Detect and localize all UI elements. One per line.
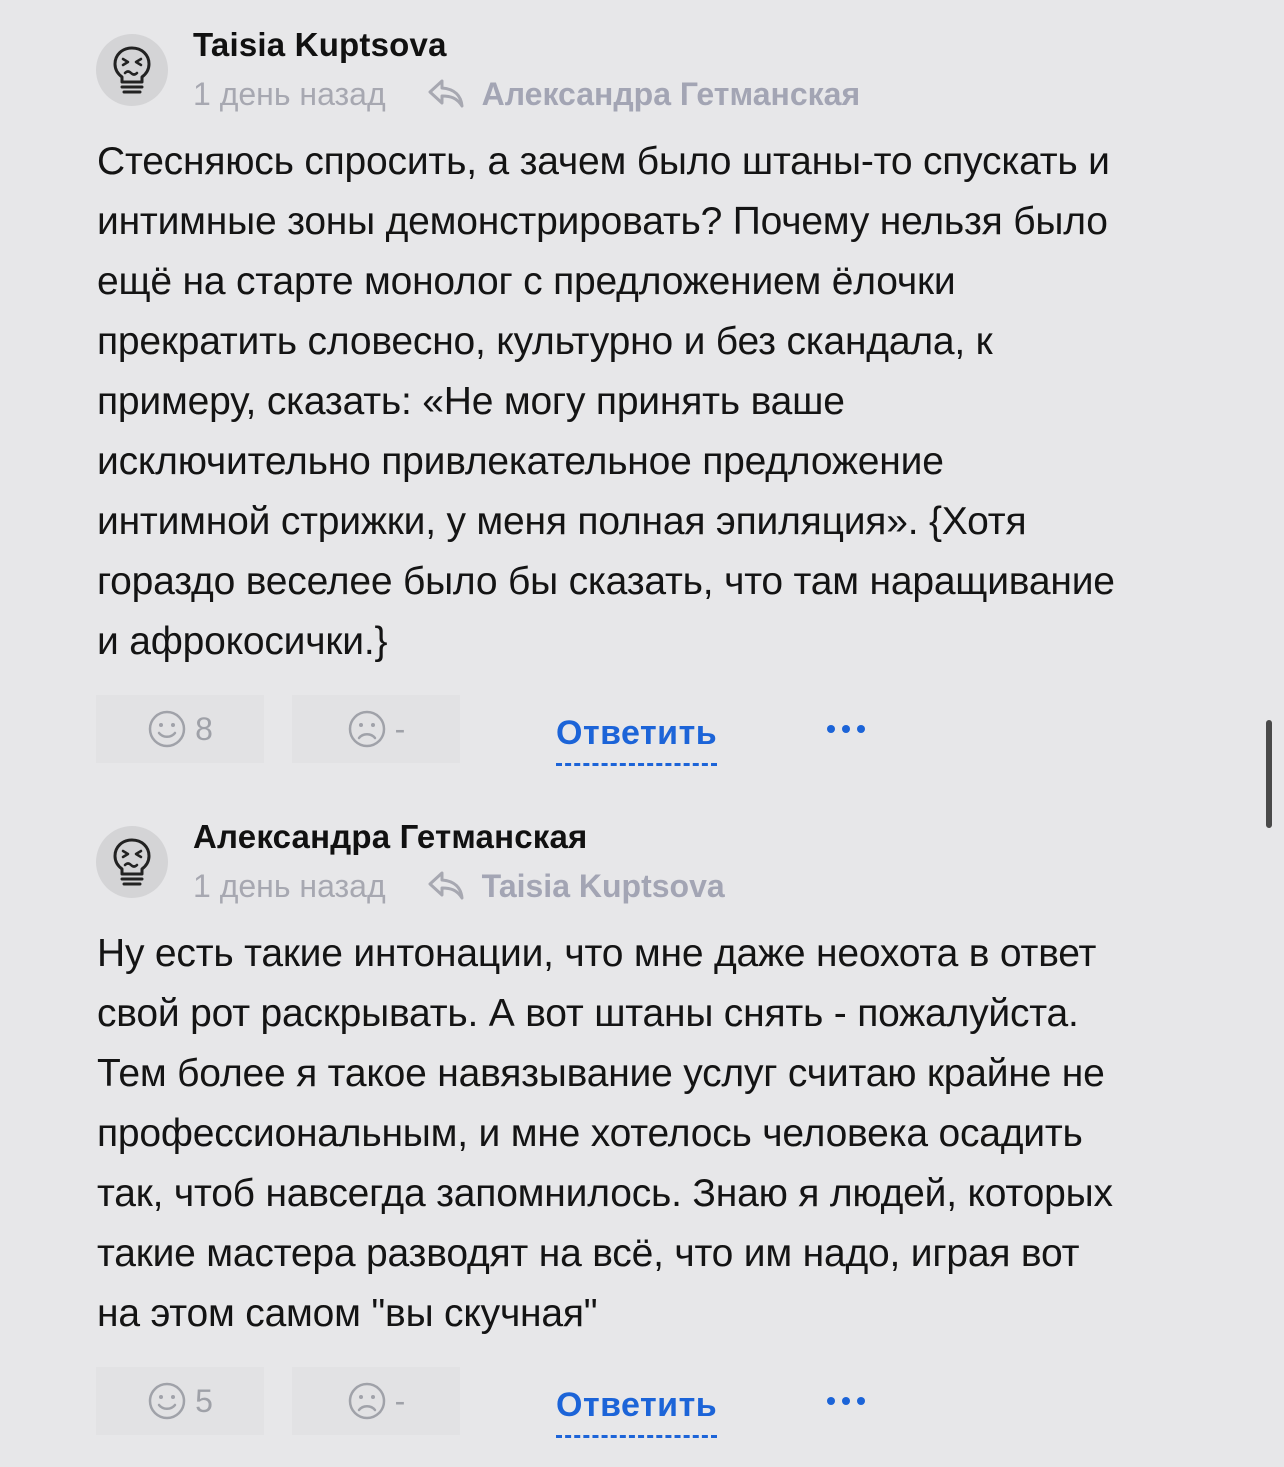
- smile-icon: [148, 710, 186, 748]
- reply-arrow-icon: [428, 871, 464, 900]
- dislike-count: -: [394, 710, 406, 747]
- comment-text: Стесняюсь спросить, а зачем было штаны-т…: [97, 140, 1115, 663]
- more-dots-icon[interactable]: [827, 1381, 866, 1421]
- smile-icon: [148, 1382, 186, 1420]
- reply-arrow-icon: [428, 79, 464, 108]
- avatar[interactable]: [96, 34, 168, 106]
- comment-author[interactable]: Taisia Kuptsova: [193, 26, 447, 64]
- like-button[interactable]: 5: [96, 1367, 264, 1435]
- more-dots-icon[interactable]: [827, 709, 866, 749]
- comment-time: 1 день назад: [193, 867, 386, 904]
- dislike-count: -: [394, 1382, 406, 1419]
- like-count: 5: [195, 1382, 213, 1419]
- comment-text: Ну есть такие интонации, что мне даже не…: [97, 932, 1113, 1335]
- reply-to-author[interactable]: Taisia Kuptsova: [482, 868, 725, 905]
- like-button[interactable]: 8: [96, 695, 264, 763]
- reply-button[interactable]: Ответить: [556, 714, 718, 766]
- dislike-button[interactable]: -: [292, 695, 460, 763]
- like-count: 8: [195, 710, 213, 747]
- reply-button[interactable]: Ответить: [556, 1386, 718, 1438]
- comment-actions: 8 - Ответить: [96, 695, 866, 766]
- comment-actions: 5 - Ответить: [96, 1367, 866, 1438]
- comment-meta: 1 день назад Александра Гетманская: [193, 74, 860, 114]
- comment-meta: 1 день назад Taisia Kuptsova: [193, 866, 725, 906]
- reply-to-author[interactable]: Александра Гетманская: [482, 76, 860, 113]
- comment-author[interactable]: Александра Гетманская: [193, 818, 588, 856]
- scrollbar[interactable]: [1266, 720, 1272, 828]
- comment-time: 1 день назад: [193, 75, 386, 112]
- frown-icon: [348, 1382, 385, 1420]
- dizzy-lightbulb-avatar-icon: [113, 838, 151, 886]
- dizzy-lightbulb-avatar-icon: [113, 46, 151, 94]
- frown-icon: [348, 710, 385, 748]
- dislike-button[interactable]: -: [292, 1367, 460, 1435]
- avatar[interactable]: [96, 826, 168, 898]
